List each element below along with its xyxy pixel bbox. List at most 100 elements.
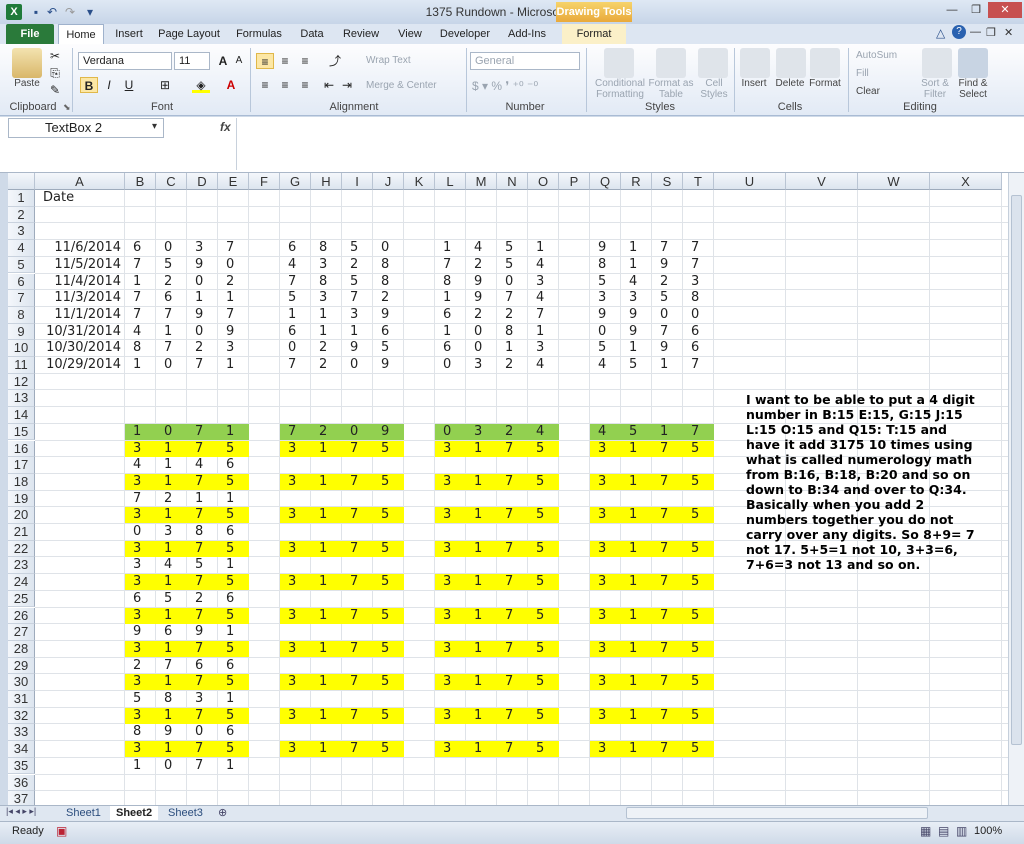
cell-T11[interactable]: 7 (683, 357, 714, 374)
dialog-launcher-icon[interactable]: ⬊ (63, 102, 71, 113)
cell-E16[interactable]: 5 (218, 441, 249, 458)
cell-R10[interactable]: 1 (621, 340, 652, 357)
insert-sheet-icon[interactable]: ⊕ (218, 806, 227, 819)
cell-H4[interactable]: 8 (311, 240, 342, 257)
cell-N15[interactable]: 2 (497, 424, 528, 441)
cell-N7[interactable]: 7 (497, 290, 528, 307)
align-left-icon[interactable]: ≡ (256, 77, 274, 93)
cell-N32[interactable]: 7 (497, 708, 528, 725)
cell-S22[interactable]: 7 (652, 541, 683, 558)
cell-A4[interactable]: 11/6/2014 (35, 240, 125, 257)
cell-M22[interactable]: 1 (466, 541, 497, 558)
row-header[interactable]: 16 (8, 440, 35, 458)
cell-Q34[interactable]: 3 (590, 741, 621, 758)
cell-R26[interactable]: 1 (621, 608, 652, 625)
cell-C8[interactable]: 7 (156, 307, 187, 324)
cell-D18[interactable]: 7 (187, 474, 218, 491)
cell-B32[interactable]: 3 (125, 708, 156, 725)
cell-B30[interactable]: 3 (125, 674, 156, 691)
cell-O22[interactable]: 5 (528, 541, 559, 558)
cell-O8[interactable]: 7 (528, 307, 559, 324)
scroll-thumb[interactable] (1011, 195, 1022, 745)
cell-E28[interactable]: 5 (218, 641, 249, 658)
cell-C7[interactable]: 6 (156, 290, 187, 307)
cell-E15[interactable]: 1 (218, 424, 249, 441)
cell-C25[interactable]: 5 (156, 591, 187, 608)
cell-D35[interactable]: 7 (187, 758, 218, 775)
cell-R11[interactable]: 5 (621, 357, 652, 374)
cell-J28[interactable]: 5 (373, 641, 404, 658)
cell-Q10[interactable]: 5 (590, 340, 621, 357)
cell-T9[interactable]: 6 (683, 324, 714, 341)
cell-D33[interactable]: 0 (187, 724, 218, 741)
row-header[interactable]: 17 (8, 457, 35, 474)
cell-G10[interactable]: 0 (280, 340, 311, 357)
column-header[interactable]: F (249, 173, 280, 190)
cell-R5[interactable]: 1 (621, 257, 652, 274)
cell-M34[interactable]: 1 (466, 741, 497, 758)
cell-styles-icon[interactable] (698, 48, 728, 78)
cell-L28[interactable]: 3 (435, 641, 466, 658)
cell-A5[interactable]: 11/5/2014 (35, 257, 125, 274)
cell-N28[interactable]: 7 (497, 641, 528, 658)
cell-C34[interactable]: 1 (156, 741, 187, 758)
cell-G22[interactable]: 3 (280, 541, 311, 558)
cell-C15[interactable]: 0 (156, 424, 187, 441)
column-header[interactable]: L (435, 173, 466, 190)
cell-Q28[interactable]: 3 (590, 641, 621, 658)
row-header[interactable]: 30 (8, 674, 35, 691)
tab-file[interactable]: File (6, 24, 54, 44)
cell-D31[interactable]: 3 (187, 691, 218, 708)
tab-page-layout[interactable]: Page Layout (156, 24, 222, 44)
cell-Q15[interactable]: 4 (590, 424, 621, 441)
cell-N11[interactable]: 2 (497, 357, 528, 374)
cell-H24[interactable]: 1 (311, 574, 342, 591)
cell-M30[interactable]: 1 (466, 674, 497, 691)
cell-J10[interactable]: 5 (373, 340, 404, 357)
tab-insert[interactable]: Insert (108, 24, 150, 44)
cell-C6[interactable]: 2 (156, 274, 187, 291)
tab-view[interactable]: View (392, 24, 428, 44)
insert-function-icon[interactable]: fx (220, 120, 231, 134)
cell-L34[interactable]: 3 (435, 741, 466, 758)
cell-M26[interactable]: 1 (466, 608, 497, 625)
column-header[interactable]: W (858, 173, 930, 190)
cell-D34[interactable]: 7 (187, 741, 218, 758)
cell-L10[interactable]: 6 (435, 340, 466, 357)
cell-C23[interactable]: 4 (156, 557, 187, 574)
row-header[interactable]: 18 (8, 473, 35, 491)
cell-Q16[interactable]: 3 (590, 441, 621, 458)
cell-R34[interactable]: 1 (621, 741, 652, 758)
format-as-table-button[interactable]: Format as Table (648, 78, 694, 100)
column-header[interactable]: M (466, 173, 497, 190)
row-header[interactable]: 28 (8, 640, 35, 658)
cell-G18[interactable]: 3 (280, 474, 311, 491)
cell-B25[interactable]: 6 (125, 591, 156, 608)
insert-cells-icon[interactable] (740, 48, 770, 78)
cell-C18[interactable]: 1 (156, 474, 187, 491)
cell-N20[interactable]: 7 (497, 507, 528, 524)
cell-O18[interactable]: 5 (528, 474, 559, 491)
cell-S9[interactable]: 7 (652, 324, 683, 341)
row-header[interactable]: 34 (8, 741, 35, 758)
column-header[interactable]: B (125, 173, 156, 190)
cell-N22[interactable]: 7 (497, 541, 528, 558)
cell-I24[interactable]: 7 (342, 574, 373, 591)
cell-H7[interactable]: 3 (311, 290, 342, 307)
cell-E26[interactable]: 5 (218, 608, 249, 625)
cell-O7[interactable]: 4 (528, 290, 559, 307)
cell-B8[interactable]: 7 (125, 307, 156, 324)
cell-B4[interactable]: 6 (125, 240, 156, 257)
cell-H28[interactable]: 1 (311, 641, 342, 658)
cell-E9[interactable]: 9 (218, 324, 249, 341)
cell-C20[interactable]: 1 (156, 507, 187, 524)
cell-I26[interactable]: 7 (342, 608, 373, 625)
cell-D16[interactable]: 7 (187, 441, 218, 458)
cell-B29[interactable]: 2 (125, 658, 156, 675)
decrease-indent-icon[interactable]: ⇤ (320, 77, 338, 93)
cell-J34[interactable]: 5 (373, 741, 404, 758)
sheet-tab-sheet3[interactable]: Sheet3 (162, 806, 209, 820)
cell-H22[interactable]: 1 (311, 541, 342, 558)
cell-B15[interactable]: 1 (125, 424, 156, 441)
column-header[interactable]: V (786, 173, 858, 190)
